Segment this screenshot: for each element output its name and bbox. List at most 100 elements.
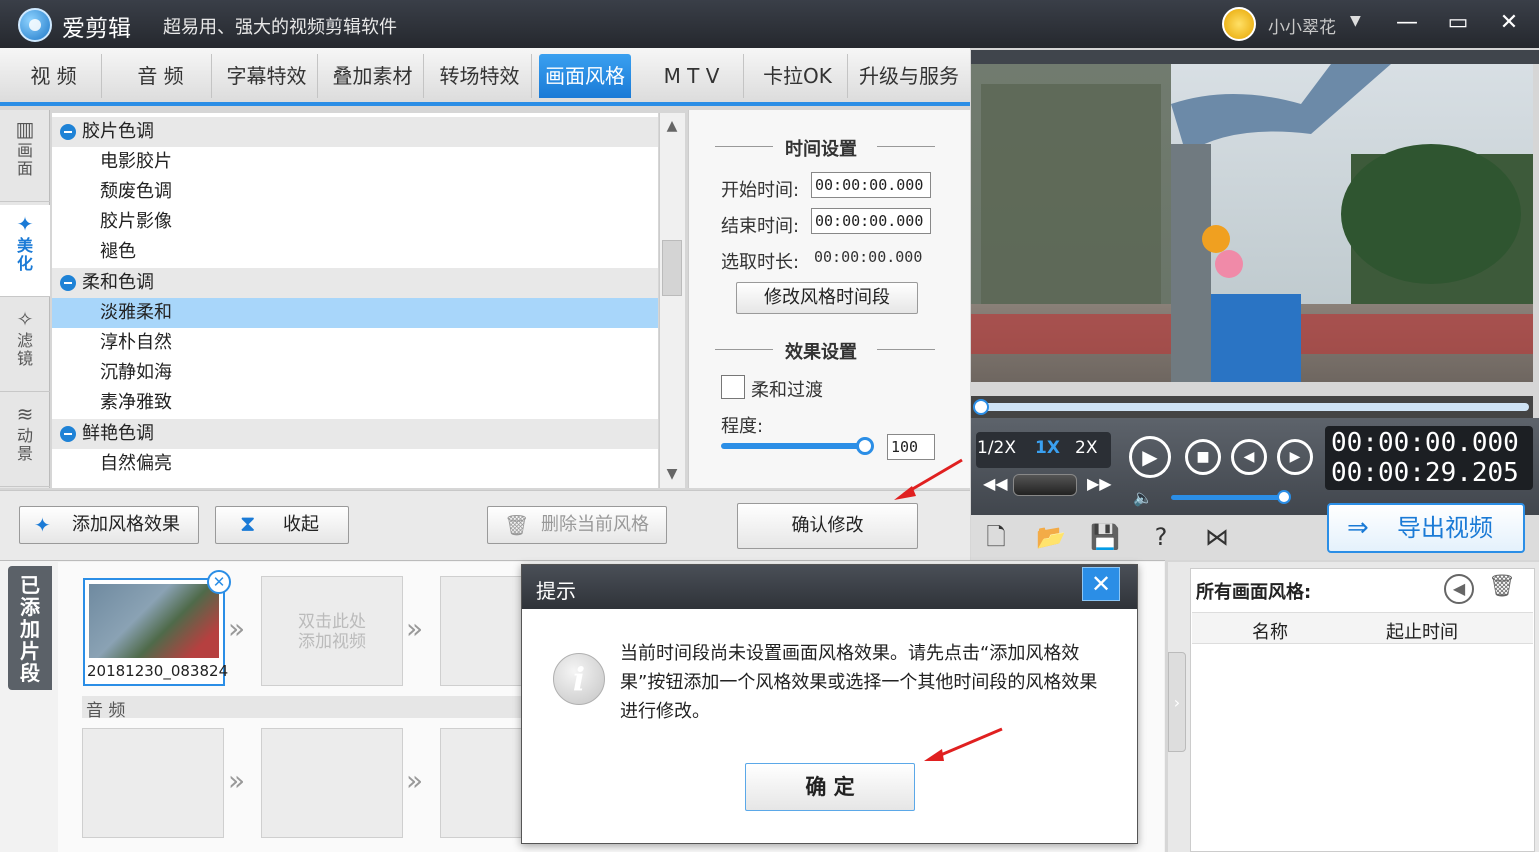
maximize-icon[interactable]: ▭ bbox=[1443, 8, 1473, 38]
close-icon[interactable]: ✕ bbox=[1494, 8, 1524, 38]
delete-style-button[interactable]: 🗑 删除当前风格 bbox=[487, 506, 667, 544]
tree-item[interactable]: 胶片影像 bbox=[52, 207, 658, 237]
new-project-icon[interactable]: 🗋 bbox=[981, 522, 1011, 552]
side-tab-beautify[interactable]: ✦ 美化 bbox=[0, 205, 50, 297]
volume-handle[interactable] bbox=[1277, 490, 1291, 504]
back-icon[interactable]: ◀ bbox=[1444, 574, 1474, 604]
annotation-arrow-icon bbox=[894, 458, 963, 500]
next-frame-icon[interactable]: ▶ bbox=[1277, 439, 1313, 475]
video-clip[interactable]: 20181230_083824 bbox=[83, 578, 229, 686]
speed-half[interactable]: 1/2X bbox=[977, 438, 1016, 458]
help-icon[interactable]: ? bbox=[1146, 522, 1176, 552]
sequence-arrow-icon: » bbox=[228, 612, 246, 645]
tab-overlay-material[interactable]: 叠加素材 bbox=[322, 54, 424, 98]
current-time: 00:00:00.000 bbox=[1331, 428, 1519, 458]
trash-icon[interactable]: 🗑 bbox=[1488, 574, 1516, 599]
empty-clip-slot[interactable] bbox=[440, 576, 530, 686]
tab-mtv[interactable]: M T V bbox=[640, 54, 744, 98]
duration-value: 00:00:00.000 bbox=[814, 248, 923, 266]
collapse-icon[interactable] bbox=[60, 275, 76, 291]
progress-handle[interactable] bbox=[973, 399, 989, 415]
modify-time-button[interactable]: 修改风格时间段 bbox=[736, 282, 918, 314]
dialog-ok-button[interactable]: 确 定 bbox=[745, 763, 915, 811]
scroll-up-icon[interactable]: ▲ bbox=[659, 114, 685, 138]
stop-icon[interactable]: ■ bbox=[1185, 439, 1221, 475]
settings-panel: 时间设置 开始时间: 00:00:00.000 结束时间: 00:00:00.0… bbox=[688, 110, 970, 488]
chevron-down-icon[interactable]: ▼ bbox=[1350, 13, 1361, 29]
tab-karaoke[interactable]: 卡拉OK bbox=[748, 54, 848, 98]
speed-2x[interactable]: 2X bbox=[1075, 438, 1097, 458]
collapse-icon[interactable] bbox=[60, 124, 76, 140]
scroll-thumb[interactable] bbox=[662, 240, 682, 296]
tree-scrollbar[interactable] bbox=[659, 113, 685, 488]
magic-wand-icon: ✦ bbox=[34, 513, 51, 537]
expand-panel-icon[interactable]: › bbox=[1168, 652, 1186, 752]
export-video-button[interactable]: ⇒ 导出视频 bbox=[1327, 503, 1525, 553]
info-icon: i bbox=[553, 653, 605, 705]
jog-wheel[interactable] bbox=[1013, 474, 1077, 496]
tree-category[interactable]: 鲜艳色调 bbox=[52, 419, 658, 449]
audio-slot[interactable] bbox=[440, 728, 530, 838]
add-style-button[interactable]: ✦ 添加风格效果 bbox=[19, 506, 199, 544]
side-tab-frame[interactable]: ▥ 画面 bbox=[0, 110, 50, 202]
scroll-down-icon[interactable]: ▼ bbox=[659, 462, 685, 486]
open-folder-icon[interactable]: 📂 bbox=[1036, 522, 1066, 552]
video-preview[interactable] bbox=[971, 64, 1533, 382]
tree-item[interactable]: 素净雅致 bbox=[52, 388, 658, 418]
style-list bbox=[1190, 568, 1535, 852]
rewind-icon[interactable]: ◀◀ bbox=[983, 474, 1008, 493]
user-name[interactable]: 小小翠花 bbox=[1268, 13, 1336, 38]
play-icon[interactable]: ▶ bbox=[1129, 436, 1171, 478]
side-tab-motion-scene[interactable]: ≋ 动景 bbox=[0, 395, 50, 487]
added-clips-tab[interactable]: 已添加片段 bbox=[8, 566, 52, 690]
side-tab-filter[interactable]: ✧ 滤镜 bbox=[0, 300, 50, 392]
minimize-icon[interactable]: — bbox=[1392, 8, 1422, 38]
tab-transition-effects[interactable]: 转场特效 bbox=[428, 54, 532, 98]
tree-item[interactable]: 褪色 bbox=[52, 237, 658, 267]
tree-item[interactable]: 沉静如海 bbox=[52, 358, 658, 388]
confirm-modify-button[interactable]: 确认修改 bbox=[737, 503, 918, 549]
filter-wand-icon: ✧ bbox=[16, 307, 34, 331]
progress-rail bbox=[977, 403, 1529, 411]
tab-audio[interactable]: 音 频 bbox=[110, 54, 212, 98]
tree-item[interactable]: 淳朴自然 bbox=[52, 328, 658, 358]
playback-progress-track[interactable] bbox=[971, 396, 1533, 418]
end-time-field[interactable]: 00:00:00.000 bbox=[811, 208, 931, 234]
clip-name: 20181230_083824 bbox=[87, 662, 229, 680]
volume-icon[interactable]: 🔈 bbox=[1133, 488, 1153, 507]
tab-picture-style[interactable]: 画面风格 bbox=[539, 54, 631, 98]
tab-subtitle-effects[interactable]: 字幕特效 bbox=[216, 54, 318, 98]
volume-slider[interactable] bbox=[1171, 495, 1285, 500]
tree-category[interactable]: 柔和色调 bbox=[52, 268, 658, 298]
remove-clip-icon[interactable]: ✕ bbox=[207, 570, 231, 594]
share-icon[interactable]: ⋈ bbox=[1202, 522, 1232, 552]
tree-item-selected[interactable]: 淡雅柔和 bbox=[52, 298, 658, 328]
tree-category[interactable]: 胶片色调 bbox=[52, 117, 658, 147]
save-icon[interactable]: 💾 bbox=[1090, 522, 1120, 552]
prev-frame-icon[interactable]: ◀ bbox=[1231, 439, 1267, 475]
start-time-field[interactable]: 00:00:00.000 bbox=[811, 172, 931, 198]
magic-wand-icon: ✦ bbox=[16, 212, 34, 236]
audio-track-label: 音 频 bbox=[82, 696, 532, 721]
sequence-arrow-icon: » bbox=[228, 764, 246, 797]
tab-video[interactable]: 视 频 bbox=[6, 54, 102, 98]
dialog-close-icon[interactable]: ✕ bbox=[1082, 567, 1120, 601]
degree-slider-handle[interactable] bbox=[856, 437, 874, 455]
app-slogan: 超易用、强大的视频剪辑软件 bbox=[163, 17, 397, 38]
audio-slot[interactable] bbox=[261, 728, 403, 838]
soft-transition-checkbox[interactable] bbox=[721, 375, 745, 399]
fast-forward-icon[interactable]: ▶▶ bbox=[1087, 474, 1112, 493]
collapse-icon[interactable] bbox=[60, 426, 76, 442]
tab-upgrade-service[interactable]: 升级与服务 bbox=[852, 54, 966, 98]
audio-slot[interactable] bbox=[82, 728, 224, 838]
collapse-button[interactable]: ⧗ 收起 bbox=[215, 506, 349, 544]
speed-1x[interactable]: 1X bbox=[1035, 438, 1060, 458]
degree-slider[interactable] bbox=[721, 443, 865, 449]
tree-item[interactable]: 自然偏亮 bbox=[52, 449, 658, 479]
divider bbox=[715, 146, 773, 147]
hourglass-icon: ⧗ bbox=[240, 512, 256, 537]
user-avatar[interactable] bbox=[1222, 7, 1256, 41]
tree-item[interactable]: 颓废色调 bbox=[52, 177, 658, 207]
add-video-slot[interactable]: 双击此处 添加视频 bbox=[261, 576, 403, 686]
tree-item[interactable]: 电影胶片 bbox=[52, 147, 658, 177]
